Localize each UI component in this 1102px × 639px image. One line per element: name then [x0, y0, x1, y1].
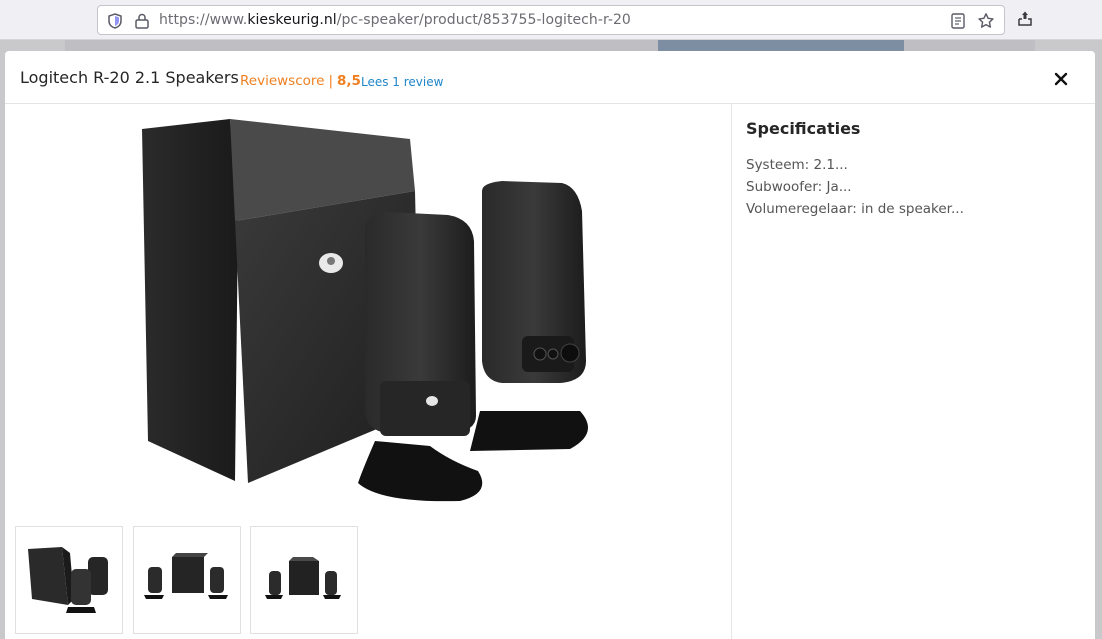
- column-divider: [731, 104, 732, 639]
- reader-view-icon[interactable]: [950, 12, 966, 30]
- review-score: Reviewscore | 8,5: [240, 73, 361, 89]
- url-prefix: https://www.: [159, 12, 248, 28]
- review-score-label: Reviewscore: [240, 73, 325, 89]
- lock-icon[interactable]: [134, 12, 150, 30]
- thumbnail-image: [144, 553, 228, 599]
- spec-row: Volumeregelaar: in de speaker...: [746, 201, 964, 217]
- specs-list: Systeem: 2.1... Subwoofer: Ja... Volumer…: [746, 154, 964, 220]
- url-domain: kieskeurig.nl: [247, 12, 337, 28]
- thumbnail-image: [265, 557, 341, 599]
- browser-toolbar: https://www.kieskeurig.nl/pc-speaker/pro…: [0, 0, 1102, 40]
- close-icon[interactable]: [1051, 69, 1071, 89]
- url-path: /pc-speaker/product/853755-logitech-r-20: [336, 12, 631, 28]
- product-main-image[interactable]: [130, 111, 610, 511]
- url-text[interactable]: https://www.kieskeurig.nl/pc-speaker/pro…: [159, 12, 631, 28]
- product-modal: Logitech R-20 2.1 Speakers Reviewscore | 8…: [5, 51, 1095, 639]
- thumbnail-1[interactable]: [15, 526, 123, 634]
- specs-heading: Specificaties: [746, 119, 861, 138]
- spec-row: Subwoofer: Ja...: [746, 179, 852, 195]
- review-score-value: 8,5: [337, 73, 361, 89]
- spec-row: Systeem: 2.1...: [746, 157, 848, 173]
- thumbnail-3[interactable]: [250, 526, 358, 634]
- bookmark-star-icon[interactable]: [977, 12, 995, 30]
- shield-icon[interactable]: [106, 12, 124, 30]
- product-title: Logitech R-20 2.1 Speakers: [20, 68, 239, 87]
- modal-header: Logitech R-20 2.1 Speakers Reviewscore | 8…: [5, 51, 1095, 104]
- thumbnail-2[interactable]: [133, 526, 241, 634]
- address-bar[interactable]: https://www.kieskeurig.nl/pc-speaker/pro…: [97, 5, 1005, 35]
- read-review-link[interactable]: Lees 1 review: [361, 75, 443, 89]
- thumbnail-image: [28, 547, 108, 613]
- extensions-icon[interactable]: [1016, 10, 1034, 28]
- score-separator: |: [328, 73, 334, 89]
- specs-panel: Specificaties Systeem: 2.1... Subwoofer:…: [746, 119, 964, 220]
